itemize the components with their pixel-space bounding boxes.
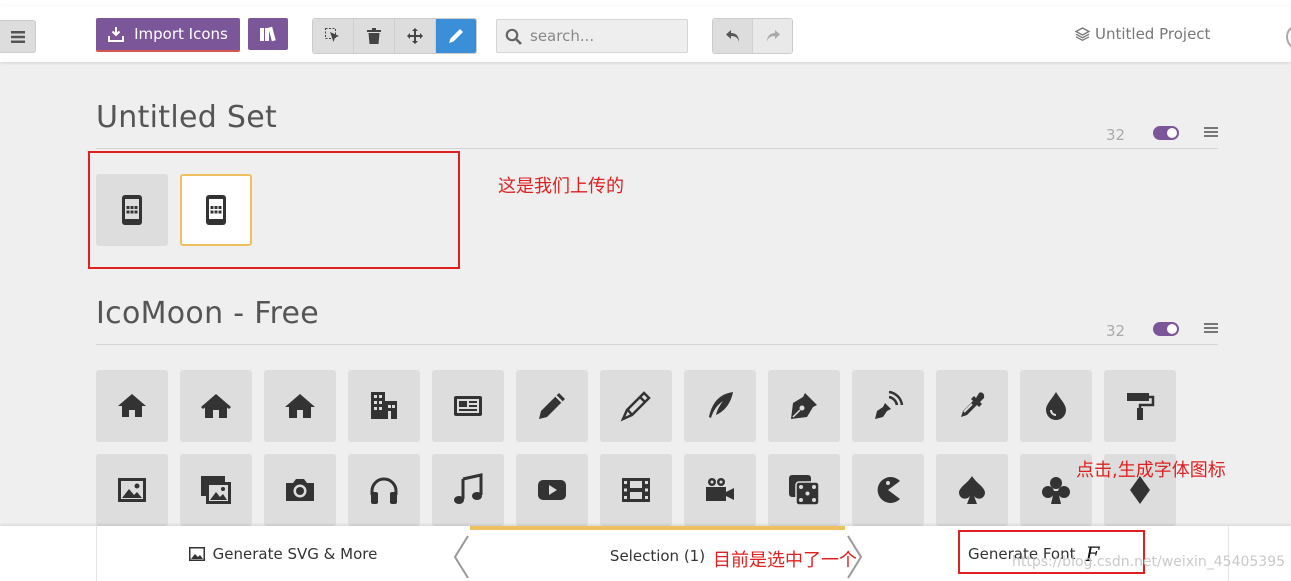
- annotation-generate-hint: 点击,生成字体图标: [1076, 460, 1226, 481]
- glyph-tile[interactable]: [348, 454, 420, 526]
- edit-tool-button[interactable]: [436, 19, 476, 53]
- set-menu-icomoon[interactable]: [1204, 323, 1218, 333]
- droplet-icon: [1046, 392, 1066, 420]
- chevron-left-icon[interactable]: [452, 534, 470, 580]
- blog-icon: [875, 390, 904, 419]
- delete-tool-button[interactable]: [354, 19, 395, 53]
- move-icon: [407, 28, 423, 44]
- set-title-icomoon: IcoMoon - Free: [96, 296, 320, 331]
- eyedropper-icon: [961, 392, 985, 417]
- spades-icon: [959, 476, 985, 504]
- trash-icon: [367, 28, 381, 44]
- set-count-icomoon: 32: [1106, 322, 1126, 340]
- cursor-select-icon: [325, 28, 339, 42]
- import-icon: [108, 26, 125, 42]
- pencil-icon: [539, 393, 565, 419]
- glyph-tile[interactable]: [600, 370, 672, 442]
- glyph-tile[interactable]: [432, 454, 504, 526]
- glyph-tile[interactable]: [516, 370, 588, 442]
- glyph-tile[interactable]: [432, 370, 504, 442]
- glyph-tile[interactable]: [348, 370, 420, 442]
- generate-svg-label: Generate SVG & More: [212, 544, 378, 563]
- hamburger-icon: [10, 30, 25, 43]
- set-count-untitled: 32: [1106, 126, 1126, 144]
- help-circle-icon[interactable]: [1286, 24, 1291, 50]
- image-icon: [188, 546, 205, 561]
- project-name: Untitled Project: [1095, 25, 1211, 43]
- generate-svg-button[interactable]: Generate SVG & More: [96, 526, 469, 581]
- glyph-tile[interactable]: [936, 454, 1008, 526]
- glyph-tile[interactable]: [180, 454, 252, 526]
- glyph-tile[interactable]: [684, 370, 756, 442]
- glyph-tile[interactable]: [852, 370, 924, 442]
- glyph-tile[interactable]: [516, 454, 588, 526]
- film-icon: [622, 478, 650, 502]
- play-icon: [538, 480, 566, 500]
- glyph-tile[interactable]: [264, 454, 336, 526]
- glyph-tile[interactable]: [96, 454, 168, 526]
- camera-icon: [286, 479, 314, 501]
- glyph-tile[interactable]: [264, 370, 336, 442]
- undo-icon: [725, 30, 739, 42]
- home-icon: [118, 394, 146, 417]
- redo-button[interactable]: [752, 19, 792, 53]
- office-icon: [371, 392, 397, 419]
- selection-label: Selection (1): [609, 546, 706, 565]
- music-icon: [454, 473, 483, 504]
- paint-format-icon: [1127, 393, 1155, 420]
- undo-button[interactable]: [713, 19, 752, 53]
- import-icons-label: Import Icons: [134, 25, 228, 43]
- set-title-untitled: Untitled Set: [96, 100, 278, 135]
- layers-icon: [1075, 27, 1090, 41]
- headphones-icon: [370, 477, 398, 504]
- glyph-tile[interactable]: [768, 370, 840, 442]
- images-icon: [201, 476, 231, 504]
- history-tools: [712, 18, 793, 54]
- newspaper-icon: [454, 396, 482, 416]
- search-input[interactable]: [528, 26, 682, 46]
- quill-icon: [709, 392, 733, 418]
- glyph-tile[interactable]: [684, 454, 756, 526]
- search-icon: [505, 28, 522, 45]
- pacman-icon: [877, 477, 900, 503]
- select-tool-button[interactable]: [313, 19, 354, 53]
- watermark-text: https://blog.csdn.net/weixin_45405395: [1012, 554, 1286, 570]
- home3-icon: [285, 394, 315, 418]
- home2-icon: [201, 394, 231, 418]
- pencil2-icon: [620, 391, 651, 422]
- annotation-selected-hint: 目前是选中了一个: [713, 550, 857, 571]
- set-divider: [96, 344, 1218, 345]
- pen-icon: [791, 393, 817, 419]
- glyph-tile[interactable]: [96, 370, 168, 442]
- dice-icon: [789, 475, 820, 506]
- glyph-tile[interactable]: [1104, 370, 1176, 442]
- books-icon: [260, 26, 276, 42]
- set-toggle-untitled[interactable]: [1153, 126, 1179, 140]
- glyph-tile[interactable]: [852, 454, 924, 526]
- set-toggle-icomoon[interactable]: [1153, 322, 1179, 336]
- main-toolbar: Import Icons search... Untitled Project: [0, 6, 1291, 62]
- search-field[interactable]: [496, 19, 688, 53]
- main-menu-button[interactable]: [0, 20, 36, 53]
- icon-library-button[interactable]: [248, 18, 288, 50]
- annotation-uploaded: 这是我们上传的: [498, 176, 624, 197]
- redo-icon: [766, 30, 780, 42]
- video-camera-icon: [706, 478, 734, 501]
- image-icon: [118, 478, 146, 502]
- set-menu-untitled[interactable]: [1204, 127, 1218, 137]
- glyph-tile[interactable]: [936, 370, 1008, 442]
- import-icons-button[interactable]: Import Icons: [96, 18, 240, 52]
- clubs-icon: [1042, 477, 1070, 504]
- set-divider: [96, 148, 1218, 149]
- project-menu[interactable]: Untitled Project: [1075, 25, 1210, 43]
- selection-tools: [312, 18, 477, 54]
- glyph-tile[interactable]: [768, 454, 840, 526]
- glyph-tile[interactable]: [1020, 370, 1092, 442]
- glyph-tile[interactable]: [600, 454, 672, 526]
- pencil-icon: [449, 29, 463, 43]
- glyph-tile[interactable]: [180, 370, 252, 442]
- annotation-box-uploaded: [88, 151, 460, 269]
- move-tool-button[interactable]: [395, 19, 436, 53]
